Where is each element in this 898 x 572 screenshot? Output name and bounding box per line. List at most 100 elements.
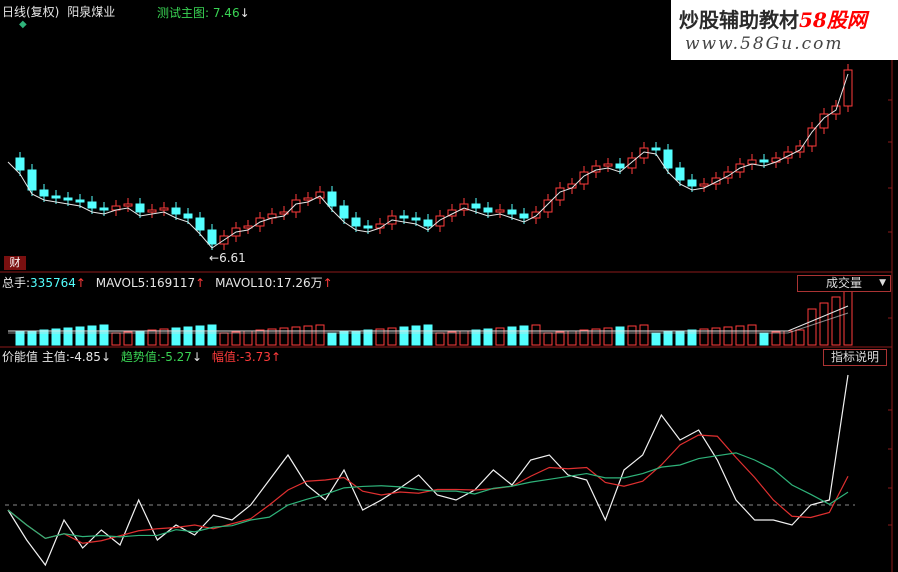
watermark-text: 炒股辅助教材 [679, 8, 799, 32]
candle-body [51, 195, 61, 199]
volume-bar [147, 329, 157, 346]
volume-bar [627, 325, 637, 346]
candle-body [399, 215, 409, 219]
volume-bar [771, 331, 781, 346]
candle-body [603, 163, 613, 167]
trend-value-line [7, 452, 849, 539]
candle-body [351, 217, 361, 227]
candlestick-series [15, 64, 853, 250]
mavol5-label: MAVOL5: [95, 276, 150, 290]
volume-bar [555, 331, 565, 346]
volume-bar [255, 329, 265, 346]
volume-bar [435, 332, 445, 346]
candle-body [651, 147, 661, 151]
candle-body [159, 207, 169, 211]
watermark-logo: 炒股辅助教材58股网 www.58Gu.com [671, 0, 898, 60]
candle-body [183, 213, 193, 219]
finance-badge[interactable]: 财 [4, 256, 26, 270]
volume-bar [579, 329, 589, 346]
indicator-lines [7, 374, 849, 567]
down-arrow-icon: ↓ [191, 350, 203, 364]
volume-bar [687, 329, 697, 346]
candle-body [495, 209, 505, 213]
down-arrow-icon: ↓ [239, 6, 250, 20]
candle-body [87, 201, 97, 209]
amp-value-label: 幅值: [211, 350, 240, 364]
candle-body [687, 179, 697, 187]
volume-bar [207, 324, 217, 346]
candle-body [363, 225, 373, 229]
volume-bar [231, 331, 241, 346]
volume-bar [759, 332, 769, 346]
candle-body [75, 199, 85, 203]
mavol5-value: 169117 [149, 276, 196, 290]
candle-body [39, 189, 49, 197]
volume-bar [99, 324, 109, 346]
candle-body [519, 213, 529, 219]
volume-header: 总手:335764↑ MAVOL5:169117↑ MAVOL10:17.26万… [2, 276, 333, 290]
candle-body [15, 157, 25, 171]
indicator-select-dropdown[interactable]: 成交量 ▼ [797, 275, 891, 292]
stock-name: 阳泉煤业 [67, 5, 116, 19]
total-volume-value: 335764 [30, 276, 76, 290]
candle-body [171, 207, 181, 215]
up-arrow-icon: ↑ [75, 276, 86, 290]
candle-body [135, 203, 145, 213]
volume-bar [123, 331, 133, 346]
volume-bar [75, 326, 85, 346]
chevron-down-icon: ▼ [879, 278, 886, 288]
candle-body [471, 203, 481, 209]
volume-bar [183, 326, 193, 346]
volume-bar [399, 326, 409, 346]
watermark-url: www.58Gu.com [685, 34, 844, 54]
subchart-label: 测试主图: 7.46↓ [157, 6, 250, 20]
up-arrow-icon: ↑ [322, 276, 333, 290]
candle-body [555, 187, 565, 201]
candle-body [303, 197, 313, 201]
candle-body [99, 207, 109, 211]
candle-body [327, 191, 337, 207]
subchart-value: 测试主图: 7.46 [157, 6, 240, 20]
volume-bar [531, 324, 541, 346]
diamond-icon: ◆ [19, 19, 27, 30]
trend-value: -5.27 [160, 350, 192, 364]
candle-body [435, 215, 445, 227]
candle-body [615, 163, 625, 169]
candle-body [663, 149, 673, 169]
volume-bar [735, 325, 745, 346]
main-value-label: 主值: [41, 350, 70, 364]
volume-bar [543, 332, 553, 346]
mavol10-label: MAVOL10: [215, 276, 277, 290]
volume-bar [819, 302, 829, 346]
candle-body [411, 217, 421, 221]
volume-bar [615, 326, 625, 346]
up-arrow-icon: ↑ [270, 350, 282, 364]
indicator-header: 价能值 主值:-4.85↓ 趋势值:-5.27↓ 幅值:-3.73↑ [2, 350, 281, 364]
volume-bar [723, 326, 733, 346]
volume-bar [15, 331, 25, 346]
volume-bar [831, 296, 841, 346]
candle-body [639, 147, 649, 159]
candle-body [675, 167, 685, 181]
main-value-line [7, 374, 849, 567]
indicator-help-button[interactable]: 指标说明 [823, 349, 887, 366]
volume-bar [807, 308, 817, 346]
volume-bar [87, 325, 97, 346]
volume-bar [303, 325, 313, 346]
volume-bar [315, 324, 325, 346]
volume-bar [663, 331, 673, 346]
candle-body [579, 171, 589, 185]
low-price-annotation: ←6.61 [209, 251, 246, 265]
volume-bar [471, 329, 481, 346]
volume-bar [327, 332, 337, 346]
volume-bar [795, 329, 805, 346]
amp-value: -3.73 [239, 350, 271, 364]
candle-body [207, 229, 217, 245]
candle-body [339, 205, 349, 219]
volume-bar [447, 331, 457, 346]
volume-bar [519, 325, 529, 346]
candle-body [147, 209, 157, 213]
period-label[interactable]: 日线(复权) [2, 5, 59, 19]
volume-bar [651, 332, 661, 346]
volume-bar [843, 290, 853, 346]
